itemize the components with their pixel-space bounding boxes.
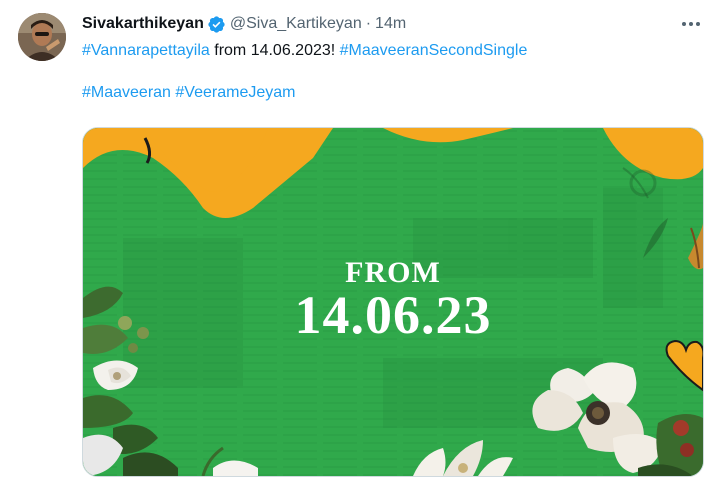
tweet[interactable]: Sivakarthikeyan @Siva_Kartikeyan · 14m #… [0,0,720,492]
separator-dot: · [365,15,372,32]
tweet-header: Sivakarthikeyan @Siva_Kartikeyan · 14m [82,13,406,35]
avatar-image [18,13,66,61]
media-image[interactable]: FROM 14.06.23 [82,127,704,477]
author-handle[interactable]: @Siva_Kartikeyan [230,14,362,34]
verified-badge-icon [207,15,226,34]
author-name[interactable]: Sivakarthikeyan [82,14,204,34]
hashtag-link[interactable]: #MaaveeranSecondSingle [340,42,528,59]
tweet-text-line-2: #Maaveeran #VeerameJeyam [82,82,702,103]
poster-date-label: 14.06.23 [294,285,492,345]
hashtag-link[interactable]: #VeerameJeyam [175,84,295,101]
hashtag-link[interactable]: #Vannarapettayila [82,42,210,59]
tweet-text-line-1: #Vannarapettayila from 14.06.2023! #Maav… [82,40,702,61]
tweet-text: #Vannarapettayila from 14.06.2023! #Maav… [82,40,702,103]
timestamp[interactable]: 14m [375,14,406,34]
hashtag-link[interactable]: #Maaveeran [82,84,171,101]
avatar[interactable] [18,13,66,61]
more-options-icon[interactable] [680,14,702,34]
tweet-plain-text: from 14.06.2023! [209,42,340,59]
